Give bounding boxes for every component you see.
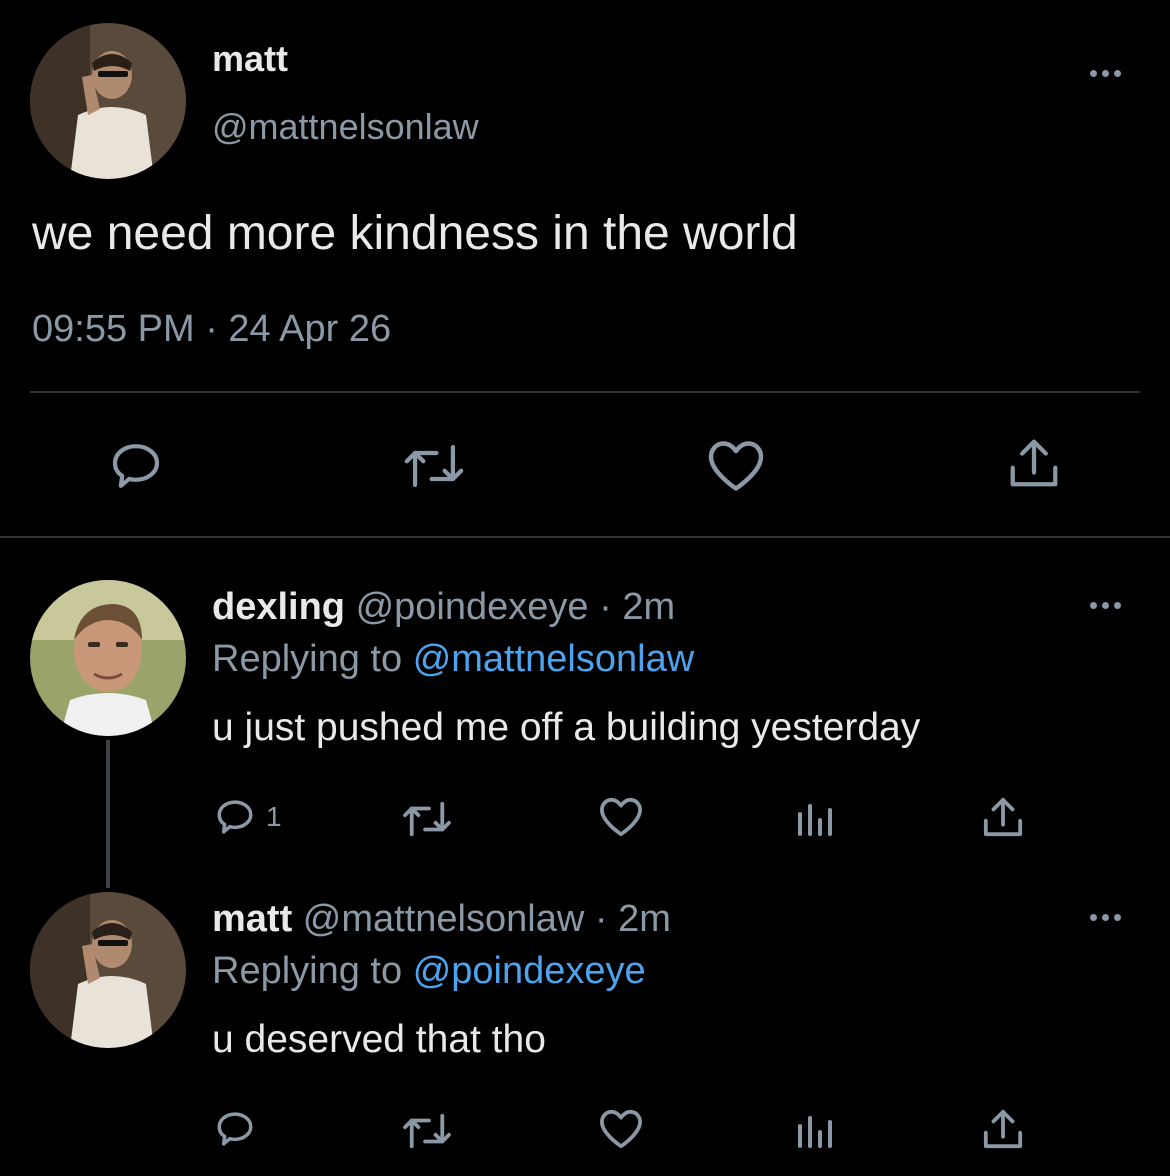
reply-2-reply-button[interactable] — [212, 1108, 258, 1150]
reply-1-display-name[interactable]: dexling — [212, 586, 345, 628]
main-tweet-text: we need more kindness in the world — [32, 207, 798, 260]
reply-icon — [217, 1112, 253, 1146]
reply-2-header: matt @mattnelsonlaw · 2m — [212, 898, 671, 941]
reply-2-display-name[interactable]: matt — [212, 898, 292, 940]
more-icon[interactable] — [1090, 70, 1121, 77]
share-button[interactable] — [1008, 434, 1060, 492]
avatar-dexling-image — [30, 580, 186, 736]
more-icon[interactable] — [1090, 914, 1121, 921]
like-icon — [600, 1109, 642, 1149]
reply-1-reply-count: 1 — [266, 801, 282, 832]
reply-2-age[interactable]: 2m — [618, 898, 671, 940]
reply-2-retweet-button[interactable] — [400, 1110, 454, 1152]
retweet-icon — [403, 1113, 451, 1149]
main-timestamp[interactable]: 09:55 PM · 24 Apr 26 — [32, 308, 391, 351]
reply-2-analytics-button[interactable] — [794, 1110, 834, 1150]
analytics-icon — [798, 804, 832, 836]
avatar-dexling[interactable] — [30, 580, 186, 736]
like-icon — [600, 797, 642, 837]
reply-2-share-button[interactable] — [982, 1106, 1024, 1152]
reply-1-reply-button[interactable]: 1 — [212, 796, 282, 838]
retweet-icon — [404, 444, 464, 488]
reply-2-replying: Replying to @poindexeye — [212, 950, 646, 993]
reply-icon — [217, 800, 253, 834]
avatar-matt-reply[interactable] — [30, 892, 186, 1048]
reply-1-handle[interactable]: @poindexeye — [356, 586, 589, 628]
share-icon — [983, 797, 1023, 837]
reply-1-replying-to-link[interactable]: @mattnelsonlaw — [413, 638, 694, 680]
main-divider — [30, 391, 1140, 393]
reply-1-separator: · — [599, 586, 612, 628]
analytics-icon — [798, 1116, 832, 1148]
reply-2-replying-to-link[interactable]: @poindexeye — [413, 950, 646, 992]
reply-1-retweet-button[interactable] — [400, 798, 454, 840]
avatar-matt-reply-image — [30, 892, 186, 1048]
avatar-matt[interactable] — [30, 23, 186, 179]
reply-1-replying-prefix: Replying to — [212, 638, 403, 680]
reply-2-text: u deserved that tho — [212, 1018, 546, 1061]
reply-2-handle[interactable]: @mattnelsonlaw — [303, 898, 584, 940]
reply-1-like-button[interactable] — [598, 796, 644, 838]
more-icon[interactable] — [1090, 602, 1121, 609]
retweet-icon — [403, 801, 451, 837]
reply-1-replying: Replying to @mattnelsonlaw — [212, 638, 694, 681]
thread-line — [106, 740, 110, 888]
reply-1-age[interactable]: 2m — [622, 586, 675, 628]
reply-icon — [112, 444, 160, 488]
reply-1-share-button[interactable] — [982, 794, 1024, 840]
share-icon — [983, 1109, 1023, 1149]
reply-1-header: dexling @poindexeye · 2m — [212, 586, 675, 629]
reply-2-replying-prefix: Replying to — [212, 950, 403, 992]
reply-2-separator: · — [594, 898, 608, 940]
share-icon — [1010, 439, 1058, 487]
main-display-name[interactable]: matt — [212, 38, 288, 80]
main-handle[interactable]: @mattnelsonlaw — [212, 106, 479, 148]
reply-1-text: u just pushed me off a building yesterda… — [212, 706, 921, 749]
reply-1-analytics-button[interactable] — [794, 798, 834, 838]
reply-button[interactable] — [106, 438, 166, 494]
like-button[interactable] — [706, 438, 766, 494]
section-divider — [0, 536, 1170, 538]
reply-2-like-button[interactable] — [598, 1108, 644, 1150]
like-icon — [708, 441, 764, 491]
avatar-matt-image — [30, 23, 186, 179]
retweet-button[interactable] — [400, 440, 468, 492]
